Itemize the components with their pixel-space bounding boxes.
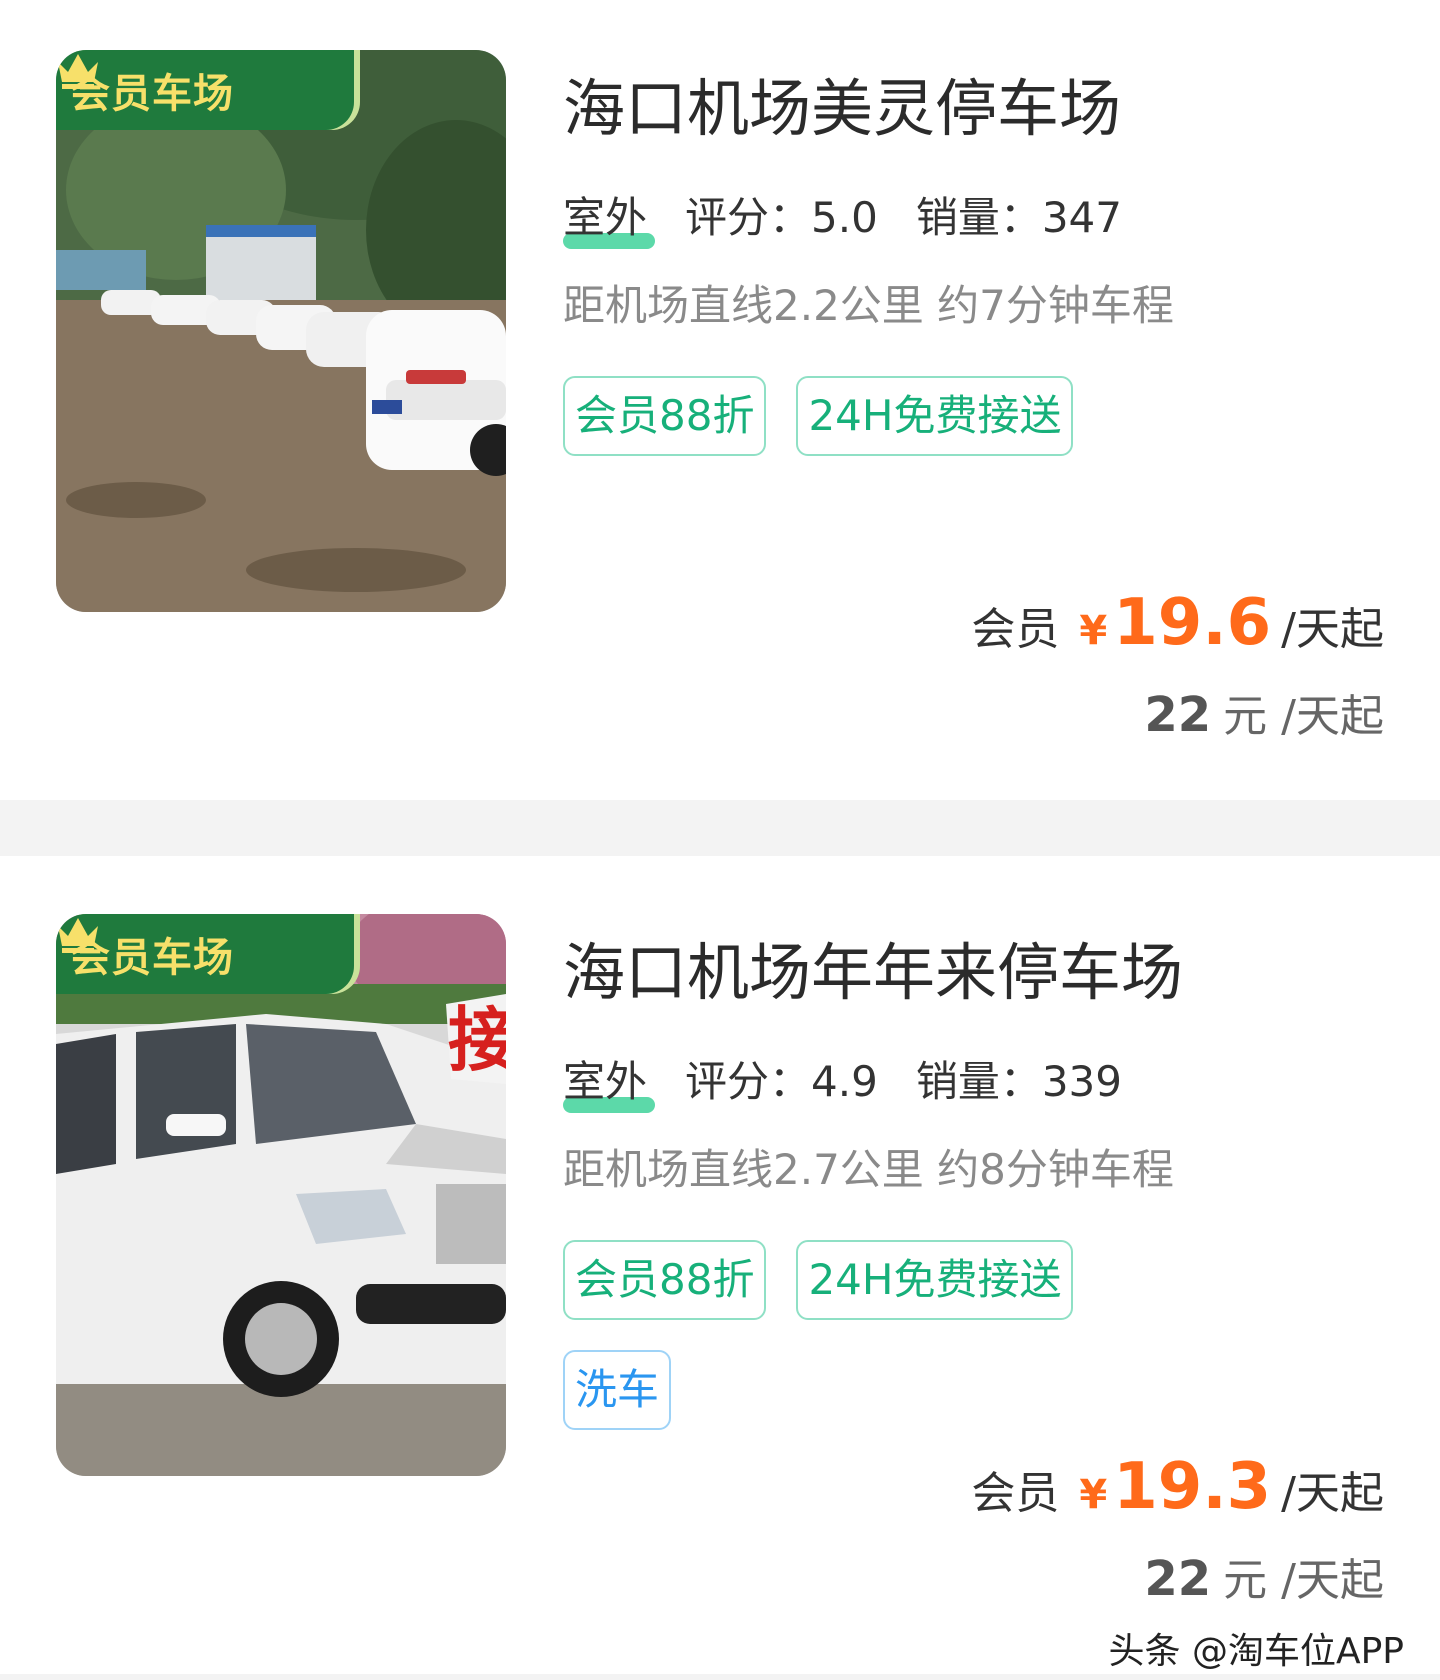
member-price-value: 19.6: [1113, 586, 1272, 660]
rating: 评分：4.9: [685, 1057, 878, 1106]
currency-symbol: ¥: [1079, 608, 1108, 654]
member-price: 会员 ¥ 19.6 /天起: [971, 586, 1384, 660]
distance-info: 距机场直线2.7公里 约8分钟车程: [563, 1145, 1174, 1194]
distance-info: 距机场直线2.2公里 约7分钟车程: [563, 281, 1174, 330]
original-price: 22 元 /天起: [1144, 680, 1384, 744]
lot-type-label: 室外: [563, 193, 648, 242]
parking-lot-image: [56, 50, 506, 612]
parking-meta: 室外 评分：4.9 销量：339: [563, 1048, 1160, 1113]
parking-meta: 室外 评分：5.0 销量：347: [563, 184, 1160, 249]
original-price-currency: 元: [1223, 691, 1268, 742]
rating: 评分：5.0: [685, 193, 878, 242]
tag-list: 会员88折 24H免费接送 洗车: [563, 1240, 1123, 1430]
tag-member-discount: 会员88折: [563, 1240, 767, 1320]
original-price: 22 元 /天起: [1144, 1544, 1384, 1608]
parking-card[interactable]: 接 会员车场 海口机场年年来停车场 室外 评分：4.9 销量：339 距机场直线…: [0, 856, 1440, 1674]
member-lot-badge: 会员车场: [56, 914, 354, 994]
crown-icon: [58, 918, 98, 953]
tag-free-shuttle: 24H免费接送: [796, 1240, 1074, 1320]
tag-list: 会员88折 24H免费接送: [563, 376, 1123, 456]
original-price-value: 22: [1144, 1551, 1212, 1607]
lot-type-label: 室外: [563, 1057, 648, 1106]
member-price-label: 会员: [971, 604, 1060, 655]
original-price-unit: /天起: [1281, 1555, 1384, 1606]
member-lot-badge: 会员车场: [56, 50, 354, 130]
member-price: 会员 ¥ 19.3 /天起: [971, 1450, 1384, 1524]
currency-symbol: ¥: [1079, 1472, 1108, 1518]
member-price-label: 会员: [971, 1468, 1060, 1519]
card-divider: [0, 800, 1440, 856]
lot-type: 室外: [563, 1048, 655, 1113]
original-price-currency: 元: [1223, 1555, 1268, 1606]
tag-free-shuttle: 24H免费接送: [796, 376, 1074, 456]
member-price-value: 19.3: [1113, 1450, 1272, 1524]
parking-title[interactable]: 海口机场年年来停车场: [563, 922, 1183, 1012]
price-unit: /天起: [1281, 604, 1384, 655]
tag-car-wash: 洗车: [563, 1350, 672, 1430]
lot-type: 室外: [563, 184, 655, 249]
parking-photo[interactable]: 接 会员车场: [56, 914, 506, 1476]
watermark: 头条 @淘车位APP: [1108, 1631, 1405, 1672]
sales-count: 销量：347: [915, 193, 1122, 242]
sales-count: 销量：339: [915, 1057, 1122, 1106]
bottom-divider: [0, 1674, 1440, 1680]
original-price-value: 22: [1144, 687, 1212, 743]
parking-title[interactable]: 海口机场美灵停车场: [563, 58, 1121, 148]
parking-photo[interactable]: 会员车场: [56, 50, 506, 612]
crown-icon: [58, 54, 98, 89]
tag-member-discount: 会员88折: [563, 376, 767, 456]
price-unit: /天起: [1281, 1468, 1384, 1519]
van-image: 接: [56, 914, 506, 1476]
parking-card[interactable]: 会员车场 海口机场美灵停车场 室外 评分：5.0 销量：347 距机场直线2.2…: [0, 0, 1440, 800]
original-price-unit: /天起: [1281, 691, 1384, 742]
svg-text:接: 接: [448, 999, 506, 1081]
